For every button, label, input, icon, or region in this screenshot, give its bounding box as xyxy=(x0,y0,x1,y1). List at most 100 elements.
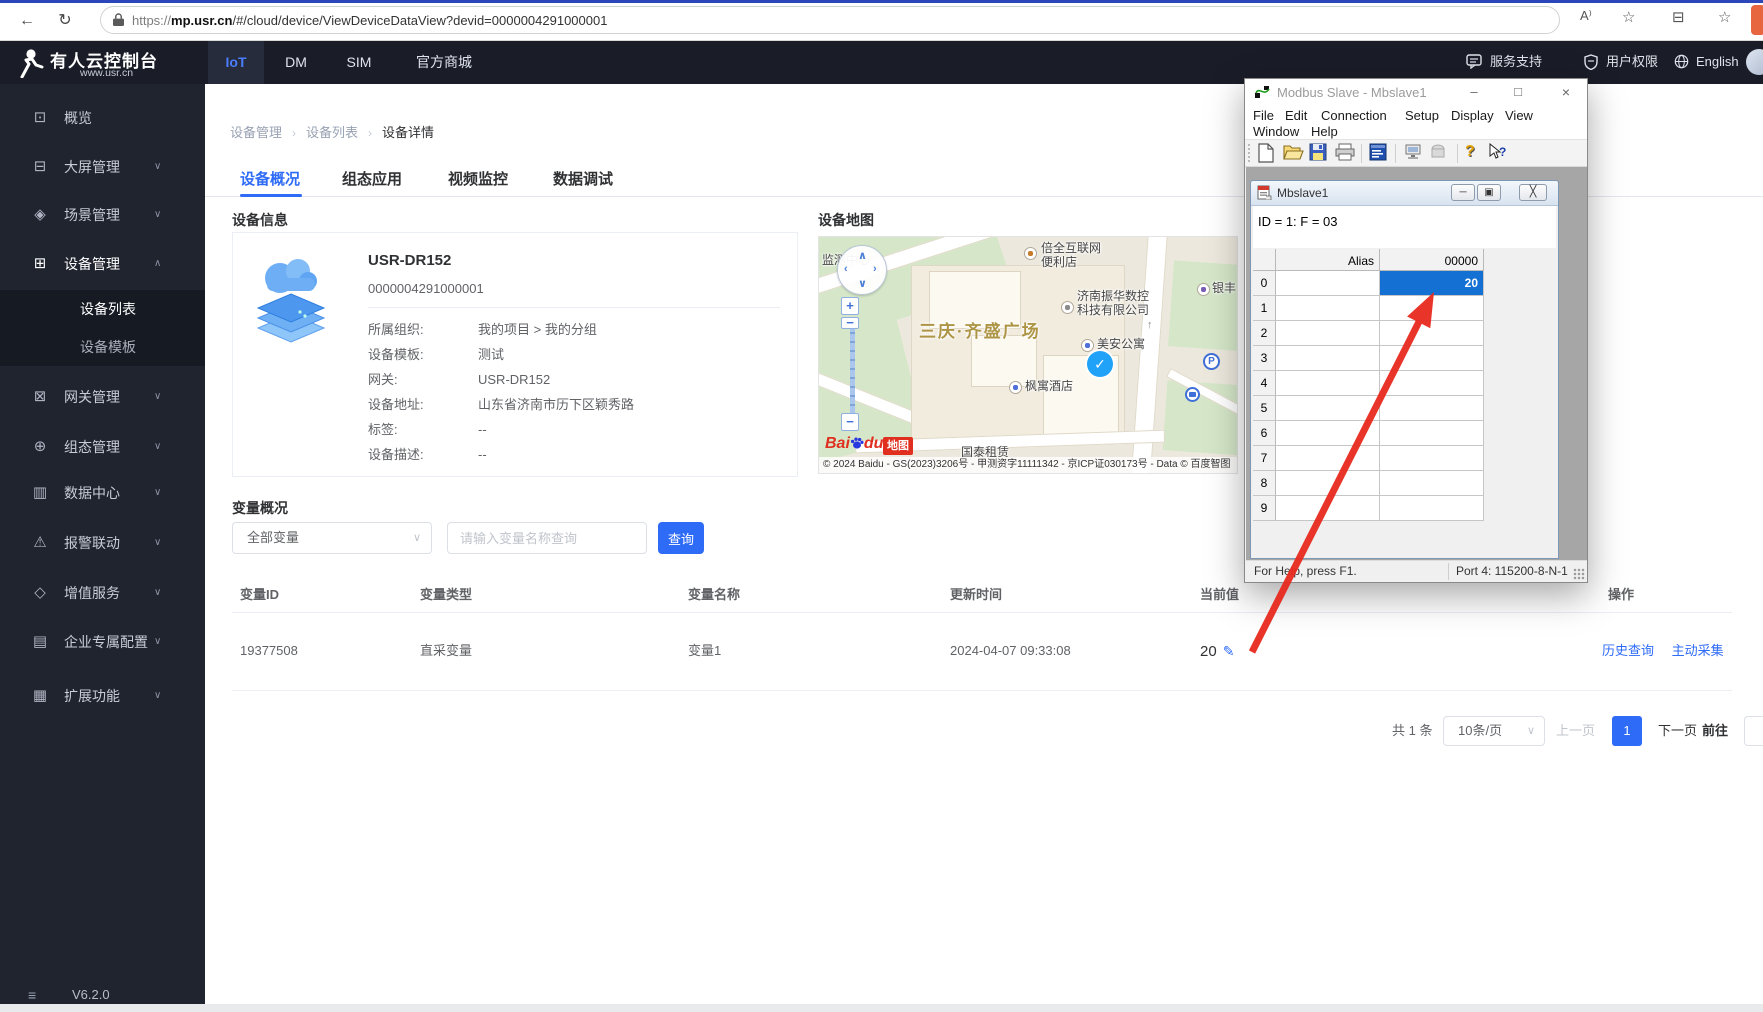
breadcrumb-device-list[interactable]: 设备列表 xyxy=(306,125,358,140)
zoom-slider-handle[interactable]: − xyxy=(841,316,859,329)
menu-view[interactable]: View xyxy=(1505,108,1533,123)
modbus-slave-window[interactable]: Modbus Slave - Mbslave1 – □ × File Edit … xyxy=(1244,78,1588,583)
grid-alias-cell[interactable] xyxy=(1276,371,1380,396)
page-number-1[interactable]: 1 xyxy=(1612,716,1642,746)
sidebar-item-alarm-linkage[interactable]: ⚠ 报警联动 ∨ xyxy=(0,523,205,563)
grid-alias-cell[interactable] xyxy=(1276,321,1380,346)
grid-row-num[interactable]: 9 xyxy=(1253,496,1276,521)
grid-alias-cell[interactable] xyxy=(1276,271,1380,296)
grid-value-cell[interactable] xyxy=(1380,346,1484,371)
grid-row-num[interactable]: 6 xyxy=(1253,421,1276,446)
grid-value-cell-selected[interactable]: 20 xyxy=(1380,271,1484,296)
communication-traffic-icon[interactable] xyxy=(1403,143,1425,165)
grid-row-num[interactable]: 5 xyxy=(1253,396,1276,421)
nav-tab-iot[interactable]: IoT xyxy=(208,40,264,84)
breadcrumb-device-mgmt[interactable]: 设备管理 xyxy=(230,125,282,140)
zoom-slider-track[interactable] xyxy=(850,325,855,413)
grid-row-num[interactable]: 2 xyxy=(1253,321,1276,346)
sidebar-item-overview[interactable]: ⊡ 概览 xyxy=(0,98,205,138)
child-close-button[interactable]: ╳ xyxy=(1519,184,1547,201)
help-icon[interactable]: ? xyxy=(1465,143,1481,165)
resize-grip[interactable] xyxy=(1573,568,1585,580)
sidebar-item-config-mgmt[interactable]: ⊕ 组态管理 ∨ xyxy=(0,427,205,467)
sidebar-item-device-template[interactable]: 设备模板 xyxy=(0,328,205,366)
minimize-button[interactable]: – xyxy=(1457,79,1491,105)
child-restore-button[interactable]: ▣ xyxy=(1477,184,1501,201)
grid-row-num[interactable]: 1 xyxy=(1253,296,1276,321)
grid-alias-cell[interactable] xyxy=(1276,496,1380,521)
grid-row-num[interactable]: 0 xyxy=(1253,271,1276,296)
child-titlebar[interactable]: Mbslave1 ─ ▣ ╳ xyxy=(1251,181,1558,206)
tab-data-debug[interactable]: 数据调试 xyxy=(553,168,613,189)
grid-value-cell[interactable] xyxy=(1380,296,1484,321)
active-collect-link[interactable]: 主动采集 xyxy=(1672,643,1724,658)
back-icon[interactable]: ← xyxy=(14,8,40,34)
sidebar-item-screen-mgmt[interactable]: ⊟ 大屏管理 ∨ xyxy=(0,147,205,187)
zoom-out-button[interactable]: − xyxy=(841,413,859,431)
pan-right-icon[interactable]: › xyxy=(873,263,877,275)
edit-pencil-icon[interactable]: ✎ xyxy=(1223,643,1235,659)
modbus-titlebar[interactable]: Modbus Slave - Mbslave1 – □ × xyxy=(1245,79,1587,105)
grid-alias-cell[interactable] xyxy=(1276,296,1380,321)
variable-search-input[interactable] xyxy=(447,522,647,554)
nav-tab-mall[interactable]: 官方商城 xyxy=(396,40,492,84)
baidu-map[interactable]: ↑ 监测中心 倍全互联网便利店 济南振华数控科技有限公司 三庆·齐盛广场 美安公… xyxy=(818,236,1238,474)
read-aloud-icon[interactable]: A⁾ xyxy=(1580,8,1592,34)
grid-row-num[interactable]: 4 xyxy=(1253,371,1276,396)
permissions-link[interactable]: 用户权限 xyxy=(1606,40,1658,84)
grid-value-cell[interactable] xyxy=(1380,321,1484,346)
pan-down-icon[interactable]: ∨ xyxy=(858,277,867,290)
sidebar-item-device-mgmt[interactable]: ⊞ 设备管理 ∧ xyxy=(0,244,205,284)
nav-tab-dm[interactable]: DM xyxy=(274,40,318,84)
avatar[interactable] xyxy=(1746,49,1763,75)
sidebar-item-data-center[interactable]: ▥ 数据中心 ∨ xyxy=(0,473,205,513)
menu-edit[interactable]: Edit xyxy=(1285,108,1307,123)
menu-display[interactable]: Display xyxy=(1451,108,1494,123)
menu-connection[interactable]: Connection xyxy=(1321,108,1387,123)
pan-left-icon[interactable]: ‹ xyxy=(844,263,848,275)
grid-alias-cell[interactable] xyxy=(1276,396,1380,421)
next-page-button[interactable]: 下一页 xyxy=(1658,716,1697,746)
close-button[interactable]: × xyxy=(1549,79,1583,105)
grid-alias-cell[interactable] xyxy=(1276,421,1380,446)
grid-value-cell[interactable] xyxy=(1380,421,1484,446)
print-icon[interactable] xyxy=(1335,143,1357,165)
sidebar-item-scene-mgmt[interactable]: ◈ 场景管理 ∨ xyxy=(0,195,205,235)
grid-value-cell[interactable] xyxy=(1380,496,1484,521)
menu-help[interactable]: Help xyxy=(1311,124,1338,139)
grid-alias-cell[interactable] xyxy=(1276,446,1380,471)
split-screen-icon[interactable]: ⊟ xyxy=(1672,8,1685,34)
history-query-link[interactable]: 历史查询 xyxy=(1602,643,1654,658)
child-minimize-button[interactable]: ─ xyxy=(1451,184,1475,201)
device-burner-icon[interactable] xyxy=(1429,143,1451,165)
open-file-icon[interactable] xyxy=(1283,143,1305,165)
grid-value-cell[interactable] xyxy=(1380,371,1484,396)
grid-value-cell[interactable] xyxy=(1380,446,1484,471)
grid-value-cell[interactable] xyxy=(1380,471,1484,496)
nav-tab-sim[interactable]: SIM xyxy=(334,40,384,84)
pan-up-icon[interactable]: ∧ xyxy=(858,249,867,262)
sidebar-item-device-list[interactable]: 设备列表 xyxy=(0,290,205,328)
maximize-button[interactable]: □ xyxy=(1501,79,1535,105)
sidebar-item-gateway-mgmt[interactable]: ⊠ 网关管理 ∨ xyxy=(0,377,205,417)
refresh-icon[interactable]: ↻ xyxy=(52,8,78,34)
new-file-icon[interactable] xyxy=(1257,143,1279,165)
grid-row-num[interactable]: 7 xyxy=(1253,446,1276,471)
grid-row-num[interactable]: 3 xyxy=(1253,346,1276,371)
display-definition-icon[interactable] xyxy=(1369,143,1391,165)
menu-window[interactable]: Window xyxy=(1253,124,1299,139)
menu-file[interactable]: File xyxy=(1253,108,1274,123)
grid-value-cell[interactable] xyxy=(1380,396,1484,421)
variable-type-select[interactable]: 全部变量 ∨ xyxy=(232,522,432,554)
tab-device-overview[interactable]: 设备概况 xyxy=(240,168,300,189)
grid-alias-cell[interactable] xyxy=(1276,346,1380,371)
map-pan-control[interactable]: ∧ ∨ ‹ › xyxy=(837,245,887,295)
save-file-icon[interactable] xyxy=(1309,143,1331,165)
prev-page-button[interactable]: 上一页 xyxy=(1556,716,1595,746)
sidebar-item-value-added[interactable]: ◇ 增值服务 ∨ xyxy=(0,573,205,613)
grid-row-num[interactable]: 8 xyxy=(1253,471,1276,496)
collections-icon[interactable]: ☆ xyxy=(1718,8,1731,34)
browser-corner-widget[interactable] xyxy=(1751,5,1763,35)
tab-config-app[interactable]: 组态应用 xyxy=(342,168,402,189)
tab-video-monitor[interactable]: 视频监控 xyxy=(448,168,508,189)
